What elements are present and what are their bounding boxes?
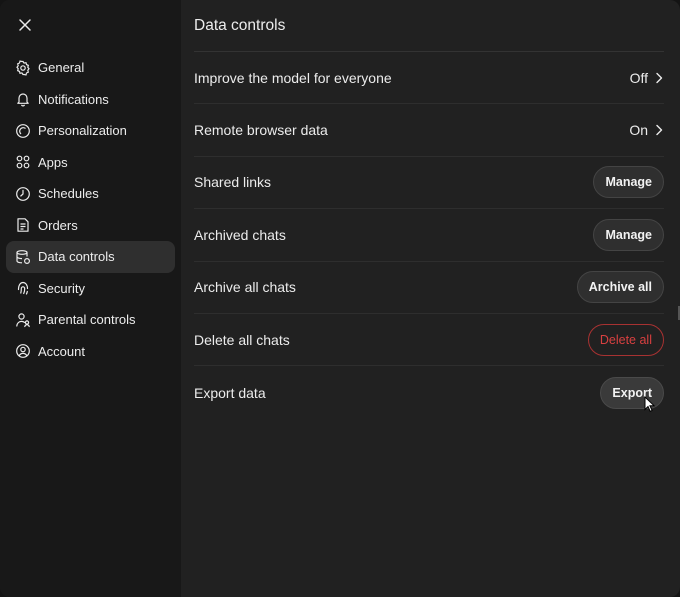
apps-grid-icon xyxy=(15,154,31,170)
setting-row-shared-links: Shared links Manage xyxy=(194,157,664,210)
manage-archived-chats-button[interactable]: Manage xyxy=(593,218,664,251)
setting-value: Off xyxy=(629,69,648,86)
setting-row-archived-chats: Archived chats Manage xyxy=(194,209,664,262)
setting-row-delete-all: Delete all chats Delete all xyxy=(194,314,664,367)
setting-row-improve-model: Improve the model for everyone Off xyxy=(194,52,664,105)
personalization-icon xyxy=(15,123,31,139)
setting-label: Shared links xyxy=(194,174,272,191)
gear-icon xyxy=(15,60,31,76)
sidebar-item-general[interactable]: General xyxy=(6,52,175,84)
setting-row-archive-all: Archive all chats Archive all xyxy=(194,262,664,314)
sidebar-item-label: General xyxy=(38,60,85,76)
setting-label: Archived chats xyxy=(194,226,286,243)
sidebar-item-label: Parental controls xyxy=(38,312,136,328)
sidebar-item-apps[interactable]: Apps xyxy=(6,147,175,179)
sidebar-item-label: Orders xyxy=(38,217,78,233)
settings-nav: General Notifications Personalization Ap… xyxy=(0,52,181,367)
sidebar-item-schedules[interactable]: Schedules xyxy=(6,178,175,210)
database-icon xyxy=(15,249,31,265)
sidebar-item-label: Apps xyxy=(38,154,68,170)
sidebar-item-label: Personalization xyxy=(38,123,127,139)
setting-row-export-data: Export data Export xyxy=(194,366,664,418)
sidebar-item-label: Schedules xyxy=(38,186,99,202)
chevron-right-icon xyxy=(656,72,663,83)
orders-icon xyxy=(15,217,31,233)
sidebar-item-parental-controls[interactable]: Parental controls xyxy=(6,304,175,336)
setting-label: Delete all chats xyxy=(194,331,290,348)
close-button[interactable] xyxy=(12,12,38,38)
archive-all-button[interactable]: Archive all xyxy=(576,271,664,304)
sidebar-item-data-controls[interactable]: Data controls xyxy=(6,241,175,273)
data-controls-panel: Data controls Improve the model for ever… xyxy=(181,0,680,597)
settings-sidebar: General Notifications Personalization Ap… xyxy=(0,0,181,597)
sidebar-item-orders[interactable]: Orders xyxy=(6,210,175,242)
settings-dialog: General Notifications Personalization Ap… xyxy=(0,0,680,597)
setting-label: Export data xyxy=(194,384,266,401)
improve-model-toggle[interactable]: Off xyxy=(630,70,664,86)
export-button[interactable]: Export xyxy=(600,376,664,409)
sidebar-item-personalization[interactable]: Personalization xyxy=(6,115,175,147)
fingerprint-icon xyxy=(15,280,31,296)
sidebar-item-account[interactable]: Account xyxy=(6,336,175,368)
sidebar-item-label: Security xyxy=(38,280,85,296)
sidebar-item-label: Data controls xyxy=(38,249,115,265)
sidebar-item-notifications[interactable]: Notifications xyxy=(6,84,175,116)
manage-shared-links-button[interactable]: Manage xyxy=(593,166,664,199)
parental-icon xyxy=(15,312,31,328)
chevron-right-icon xyxy=(656,124,663,136)
sidebar-item-label: Notifications xyxy=(38,91,109,107)
setting-row-remote-browser: Remote browser data On xyxy=(194,104,664,157)
sidebar-item-security[interactable]: Security xyxy=(6,273,175,305)
page-title: Data controls xyxy=(194,0,664,52)
setting-value: On xyxy=(629,122,648,139)
remote-browser-toggle[interactable]: On xyxy=(629,122,664,138)
delete-all-button[interactable]: Delete all xyxy=(587,323,664,356)
close-icon xyxy=(19,19,31,31)
sidebar-item-label: Account xyxy=(38,343,85,359)
setting-label: Improve the model for everyone xyxy=(194,69,392,86)
clock-icon xyxy=(15,186,31,202)
setting-label: Remote browser data xyxy=(194,122,328,139)
account-icon xyxy=(15,343,31,359)
bell-icon xyxy=(15,91,31,107)
setting-label: Archive all chats xyxy=(194,279,296,296)
